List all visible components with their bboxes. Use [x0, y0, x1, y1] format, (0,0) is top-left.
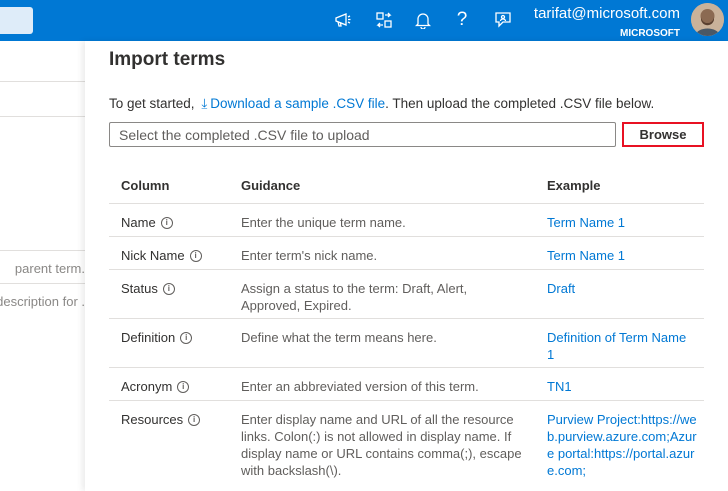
clipped-text: description for .	[0, 294, 85, 309]
table-row: Name i Enter the unique term name. Term N…	[109, 203, 704, 236]
row-name: Nick Name	[121, 248, 185, 263]
row-name: Status	[121, 281, 158, 296]
row-example[interactable]: TN1	[547, 378, 697, 395]
divider	[0, 81, 85, 82]
column-header-column: Column	[121, 178, 170, 193]
info-icon[interactable]: i	[160, 216, 173, 229]
row-example[interactable]: Purview Project:https://web.purview.azur…	[547, 411, 697, 479]
row-guidance: Define what the term means here.	[241, 330, 437, 345]
divider	[0, 116, 85, 117]
clipped-text: parent term.	[14, 261, 85, 276]
megaphone-icon[interactable]	[331, 8, 355, 32]
user-email: tarifat@microsoft.com	[533, 5, 680, 22]
row-example[interactable]: Term Name 1	[547, 214, 697, 231]
divider	[0, 283, 85, 284]
browse-button[interactable]: Browse	[622, 122, 704, 147]
table-row: Definition i Define what the term means h…	[109, 318, 704, 367]
table-row: Nick Name i Enter term's nick name. Term …	[109, 236, 704, 269]
intro-before: To get started,	[109, 96, 195, 111]
download-sample-link[interactable]: Download a sample .CSV file	[210, 96, 385, 111]
row-name-cell: Definition i	[121, 329, 193, 346]
row-guidance: Enter the unique term name.	[241, 215, 406, 230]
column-header-guidance: Guidance	[241, 178, 301, 193]
bell-icon[interactable]	[411, 8, 435, 32]
row-guidance: Enter an abbreviated version of this ter…	[241, 379, 479, 394]
info-icon[interactable]: i	[162, 282, 175, 295]
row-name-cell: Nick Name i	[121, 247, 202, 264]
table-row: Status i Assign a status to the term: Dra…	[109, 269, 704, 318]
intro-after: . Then upload the completed .CSV file be…	[385, 96, 655, 111]
divider	[0, 250, 85, 251]
info-icon[interactable]: i	[177, 380, 190, 393]
row-name: Definition	[121, 330, 176, 345]
row-example[interactable]: Definition of Term Name 1	[547, 329, 697, 363]
row-name-cell: Status i	[121, 280, 175, 297]
user-info[interactable]: tarifat@microsoft.com MICROSOFT	[534, 5, 680, 41]
row-example[interactable]: Term Name 1	[547, 247, 697, 264]
row-guidance: Enter term's nick name.	[241, 248, 378, 263]
user-org: MICROSOFT	[620, 28, 680, 39]
help-icon[interactable]: ?	[450, 8, 474, 32]
avatar[interactable]	[691, 3, 724, 36]
feedback-icon[interactable]	[491, 8, 515, 32]
file-path-input[interactable]	[109, 122, 616, 147]
import-terms-panel: Import terms To get started, ⤓ Download a…	[85, 41, 728, 491]
row-guidance: Enter display name and URL of all the re…	[241, 412, 522, 478]
background-pane: parent term. description for .	[0, 41, 85, 491]
table-row: Acronym i Enter an abbreviated version of…	[109, 367, 704, 400]
intro-text: To get started, ⤓ Download a sample .CSV …	[109, 96, 654, 112]
row-guidance: Assign a status to the term: Draft, Aler…	[241, 281, 468, 313]
row-name-cell: Acronym i	[121, 378, 190, 395]
row-name-cell: Resources i	[121, 411, 201, 428]
row-name: Resources	[121, 412, 184, 427]
table-row: Resources i Enter display name and URL of…	[109, 400, 704, 490]
column-header-example: Example	[547, 178, 601, 193]
search-box[interactable]	[0, 7, 33, 34]
row-example[interactable]: Draft	[547, 280, 697, 297]
info-icon[interactable]: i	[189, 249, 202, 262]
info-icon[interactable]: i	[180, 331, 193, 344]
panel-title: Import terms	[109, 49, 226, 70]
row-name-cell: Name i	[121, 214, 173, 231]
info-icon[interactable]: i	[188, 413, 201, 426]
top-bar: ? tarifat@microsoft.com MICROSOFT	[0, 0, 728, 41]
download-icon: ⤓	[201, 96, 208, 111]
row-name: Name	[121, 215, 156, 230]
directory-switch-icon[interactable]	[372, 8, 396, 32]
row-name: Acronym	[121, 379, 173, 394]
